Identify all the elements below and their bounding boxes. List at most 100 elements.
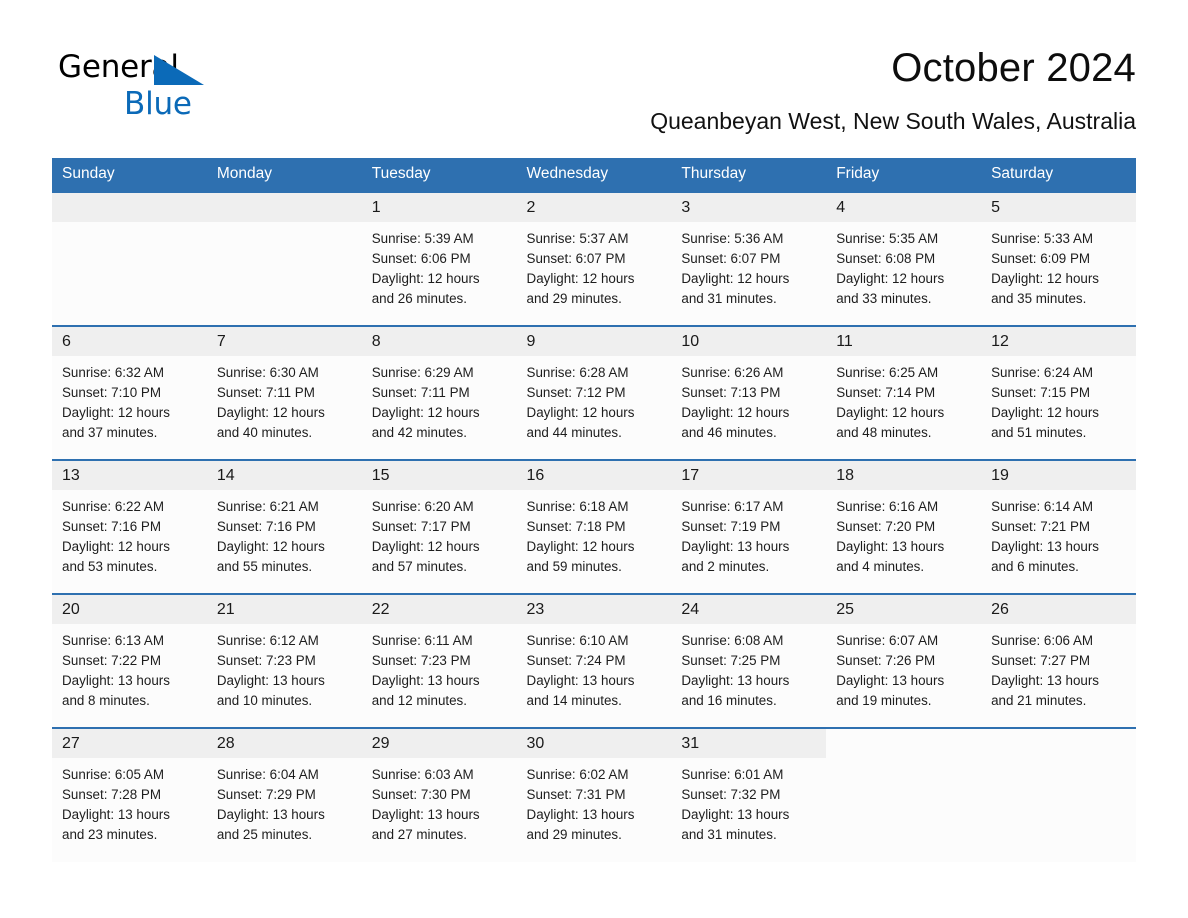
calendar-day-cell[interactable]: 19 Sunrise: 6:14 AM Sunset: 7:21 PM Dayligh… — [981, 458, 1136, 594]
daylight-text-line1: Daylight: 12 hours — [526, 405, 635, 421]
day-number: 27 — [52, 728, 207, 758]
daylight-text-line1: Daylight: 13 hours — [216, 673, 325, 689]
day-number — [52, 192, 207, 222]
sunrise-text: Sunrise: 6:12 AM — [216, 632, 319, 648]
calendar-day-cell[interactable]: 28 Sunrise: 6:04 AM Sunset: 7:29 PM Dayligh… — [206, 726, 362, 862]
day-details: Sunrise: 6:20 AM Sunset: 7:17 PM Daylight:… — [362, 490, 517, 578]
calendar-header-row: Sunday Monday Tuesday Wednesday Thursday… — [52, 158, 1136, 192]
day-cell-inner: 16 Sunrise: 6:18 AM Sunset: 7:18 PM Dayligh… — [516, 460, 672, 593]
page-subtitle: Queanbeyan West, New South Wales, Austra… — [650, 108, 1136, 134]
calendar-day-cell[interactable]: 27 Sunrise: 6:05 AM Sunset: 7:28 PM Dayligh… — [52, 726, 207, 862]
daylight-text-line2: and 14 minutes. — [526, 693, 622, 709]
calendar-day-cell[interactable]: 31 Sunrise: 6:01 AM Sunset: 7:32 PM Dayligh… — [671, 726, 827, 862]
day-number: 18 — [826, 460, 982, 490]
sunset-text: Sunset: 6:08 PM — [836, 250, 936, 266]
day-number: 17 — [671, 460, 827, 490]
day-cell-inner: 15 Sunrise: 6:20 AM Sunset: 7:17 PM Dayligh… — [361, 460, 517, 593]
sunrise-text: Sunrise: 5:33 AM — [991, 230, 1094, 246]
daylight-text-line2: and 53 minutes. — [62, 559, 158, 575]
day-number: 6 — [52, 326, 207, 356]
day-details: Sunrise: 6:29 AM Sunset: 7:11 PM Daylight:… — [362, 356, 517, 444]
day-number: 21 — [206, 594, 362, 624]
calendar-day-cell[interactable]: 14 Sunrise: 6:21 AM Sunset: 7:16 PM Dayligh… — [206, 458, 362, 594]
day-cell-inner: 22 Sunrise: 6:11 AM Sunset: 7:23 PM Dayligh… — [361, 594, 517, 727]
calendar-day-cell[interactable]: 6 Sunrise: 6:32 AM Sunset: 7:10 PM Daylight… — [52, 324, 207, 460]
day-number: 2 — [516, 192, 672, 222]
sunset-text: Sunset: 7:18 PM — [526, 518, 626, 534]
daylight-text-line1: Daylight: 12 hours — [526, 271, 635, 287]
day-details: Sunrise: 6:25 AM Sunset: 7:14 PM Daylight:… — [826, 356, 981, 444]
calendar-day-cell[interactable]: 8 Sunrise: 6:29 AM Sunset: 7:11 PM Daylight… — [361, 324, 517, 460]
sunset-text: Sunset: 6:07 PM — [526, 250, 626, 266]
sunset-text: Sunset: 7:13 PM — [681, 384, 781, 400]
daylight-text-line1: Daylight: 12 hours — [991, 271, 1099, 287]
daylight-text-line2: and 27 minutes. — [371, 827, 467, 843]
day-cell-inner: 14 Sunrise: 6:21 AM Sunset: 7:16 PM Dayligh… — [206, 460, 362, 593]
calendar-day-cell[interactable]: 15 Sunrise: 6:20 AM Sunset: 7:17 PM Dayligh… — [361, 458, 517, 594]
daylight-text-line1: Daylight: 12 hours — [371, 271, 480, 287]
calendar-day-cell[interactable]: 20 Sunrise: 6:13 AM Sunset: 7:22 PM Dayligh… — [52, 592, 207, 728]
sunrise-text: Sunrise: 6:22 AM — [62, 498, 164, 514]
day-cell-inner: 3 Sunrise: 5:36 AM Sunset: 6:07 PM Daylight… — [671, 192, 827, 325]
calendar-day-cell[interactable]: 26 Sunrise: 6:06 AM Sunset: 7:27 PM Dayligh… — [981, 592, 1136, 728]
calendar-day-cell[interactable]: 25 Sunrise: 6:07 AM Sunset: 7:26 PM Dayligh… — [826, 592, 982, 728]
sunset-text: Sunset: 7:23 PM — [216, 652, 316, 668]
daylight-text-line2: and 6 minutes. — [991, 559, 1079, 575]
day-number: 31 — [671, 728, 827, 758]
calendar-day-cell[interactable]: 1 Sunrise: 5:39 AM Sunset: 6:06 PM Daylight… — [361, 190, 517, 326]
day-cell-inner: 5 Sunrise: 5:33 AM Sunset: 6:09 PM Daylight… — [981, 192, 1136, 325]
calendar-day-cell[interactable]: 10 Sunrise: 6:26 AM Sunset: 7:13 PM Dayligh… — [671, 324, 827, 460]
day-cell-inner: 21 Sunrise: 6:12 AM Sunset: 7:23 PM Dayligh… — [206, 594, 362, 727]
sunset-text: Sunset: 7:27 PM — [991, 652, 1091, 668]
calendar-day-cell[interactable]: 3 Sunrise: 5:36 AM Sunset: 6:07 PM Daylight… — [671, 190, 827, 326]
sunset-text: Sunset: 7:21 PM — [991, 518, 1091, 534]
sunset-text: Sunset: 7:28 PM — [62, 786, 161, 802]
calendar-day-cell[interactable]: 4 Sunrise: 5:35 AM Sunset: 6:08 PM Daylight… — [826, 190, 982, 326]
daylight-text-line2: and 55 minutes. — [216, 559, 313, 575]
day-details: Sunrise: 6:28 AM Sunset: 7:12 PM Daylight:… — [517, 356, 672, 444]
month-calendar: Sunday Monday Tuesday Wednesday Thursday… — [52, 158, 1136, 862]
day-cell-inner: 20 Sunrise: 6:13 AM Sunset: 7:22 PM Dayligh… — [52, 594, 207, 727]
calendar-day-cell[interactable]: 12 Sunrise: 6:24 AM Sunset: 7:15 PM Dayligh… — [981, 324, 1136, 460]
daylight-text-line2: and 35 minutes. — [991, 291, 1087, 307]
day-cell-inner: 1 Sunrise: 5:39 AM Sunset: 6:06 PM Daylight… — [361, 192, 517, 325]
daylight-text-line1: Daylight: 12 hours — [836, 405, 945, 421]
day-cell-inner — [826, 728, 982, 862]
calendar-day-cell[interactable]: 24 Sunrise: 6:08 AM Sunset: 7:25 PM Dayligh… — [671, 592, 827, 728]
calendar-day-cell[interactable]: 29 Sunrise: 6:03 AM Sunset: 7:30 PM Dayligh… — [361, 726, 517, 862]
calendar-day-cell[interactable]: 30 Sunrise: 6:02 AM Sunset: 7:31 PM Dayligh… — [516, 726, 672, 862]
sunset-text: Sunset: 7:16 PM — [62, 518, 161, 534]
calendar-day-cell[interactable]: 16 Sunrise: 6:18 AM Sunset: 7:18 PM Dayligh… — [516, 458, 672, 594]
calendar-day-cell[interactable]: 22 Sunrise: 6:11 AM Sunset: 7:23 PM Dayligh… — [361, 592, 517, 728]
calendar-day-cell[interactable]: 21 Sunrise: 6:12 AM Sunset: 7:23 PM Dayligh… — [206, 592, 362, 728]
day-cell-inner: 12 Sunrise: 6:24 AM Sunset: 7:15 PM Dayligh… — [981, 326, 1136, 459]
day-details: Sunrise: 6:24 AM Sunset: 7:15 PM Daylight:… — [981, 356, 1136, 444]
day-details: Sunrise: 6:18 AM Sunset: 7:18 PM Daylight:… — [517, 490, 672, 578]
daylight-text-line1: Daylight: 12 hours — [991, 405, 1099, 421]
calendar-day-cell[interactable]: 11 Sunrise: 6:25 AM Sunset: 7:14 PM Dayligh… — [826, 324, 982, 460]
sunrise-text: Sunrise: 5:35 AM — [836, 230, 939, 246]
daylight-text-line1: Daylight: 13 hours — [216, 807, 325, 823]
calendar-day-cell[interactable]: 7 Sunrise: 6:30 AM Sunset: 7:11 PM Daylight… — [206, 324, 362, 460]
calendar-day-cell[interactable]: 13 Sunrise: 6:22 AM Sunset: 7:16 PM Dayligh… — [52, 458, 207, 594]
day-cell-inner: 2 Sunrise: 5:37 AM Sunset: 6:07 PM Daylight… — [516, 192, 672, 325]
day-cell-inner — [981, 728, 1136, 862]
calendar-day-cell[interactable]: 17 Sunrise: 6:17 AM Sunset: 7:19 PM Dayligh… — [671, 458, 827, 594]
sunset-text: Sunset: 7:11 PM — [371, 384, 470, 400]
logo-line-general: General — [58, 52, 358, 88]
day-number: 1 — [361, 192, 517, 222]
calendar-day-cell[interactable]: 9 Sunrise: 6:28 AM Sunset: 7:12 PM Daylight… — [516, 324, 672, 460]
calendar-day-cell[interactable]: 2 Sunrise: 5:37 AM Sunset: 6:07 PM Daylight… — [516, 190, 672, 326]
sunrise-text: Sunrise: 6:02 AM — [526, 766, 629, 782]
sunset-text: Sunset: 6:06 PM — [371, 250, 471, 266]
calendar-body: 1 Sunrise: 5:39 AM Sunset: 6:06 PM Daylight… — [52, 190, 1136, 862]
sunset-text: Sunset: 6:09 PM — [991, 250, 1091, 266]
sunset-text: Sunset: 7:30 PM — [371, 786, 471, 802]
sunset-text: Sunset: 7:11 PM — [216, 384, 315, 400]
daylight-text-line2: and 48 minutes. — [836, 425, 932, 441]
calendar-day-cell[interactable]: 18 Sunrise: 6:16 AM Sunset: 7:20 PM Dayligh… — [826, 458, 982, 594]
calendar-day-cell[interactable]: 23 Sunrise: 6:10 AM Sunset: 7:24 PM Dayligh… — [516, 592, 672, 728]
day-cell-inner: 10 Sunrise: 6:26 AM Sunset: 7:13 PM Dayligh… — [671, 326, 827, 459]
sunset-text: Sunset: 7:14 PM — [836, 384, 936, 400]
calendar-day-cell[interactable]: 5 Sunrise: 5:33 AM Sunset: 6:09 PM Daylight… — [981, 190, 1136, 326]
